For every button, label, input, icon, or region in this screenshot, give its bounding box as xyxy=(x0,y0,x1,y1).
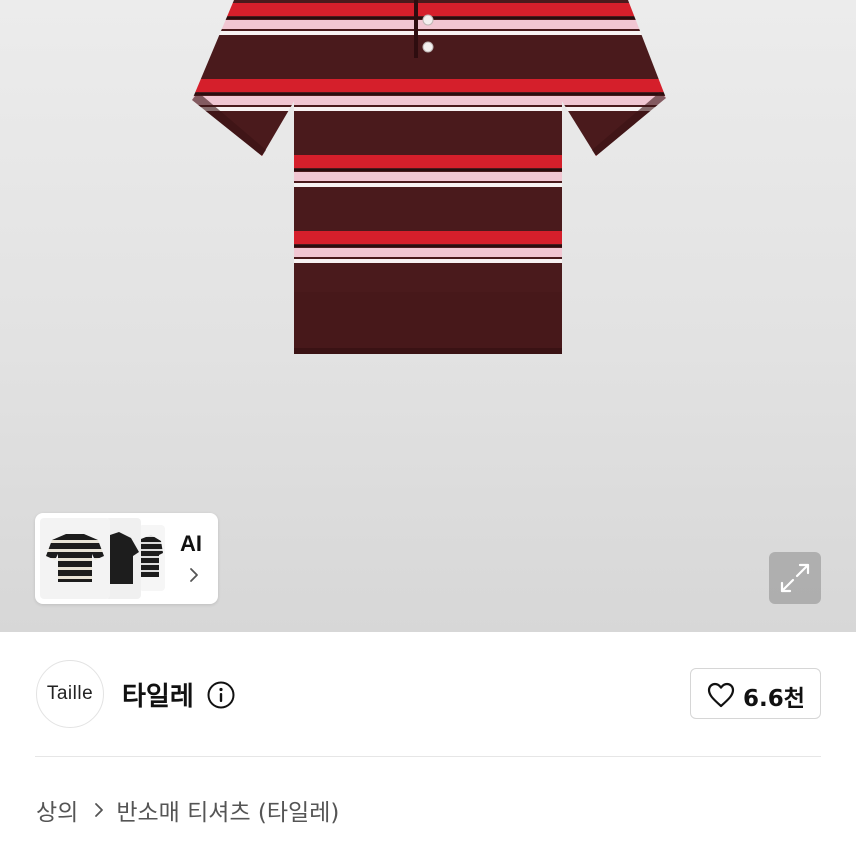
like-button[interactable]: 6.6천 xyxy=(690,668,821,719)
breadcrumb-subcategory[interactable]: 반소매 티셔츠 (타일레) xyxy=(116,793,339,827)
shop-avatar-text: Taille xyxy=(46,683,94,704)
ai-thumbnail-2 xyxy=(105,518,141,599)
shop-name[interactable]: 타일레 xyxy=(122,676,194,713)
product-image-area[interactable]: AI xyxy=(0,0,856,632)
ai-thumbnail-3 xyxy=(139,525,165,591)
chevron-right-icon xyxy=(190,568,198,582)
breadcrumb-category[interactable]: 상의 xyxy=(36,793,78,827)
striped-shirt-thumb-icon xyxy=(46,534,104,582)
expand-image-button[interactable] xyxy=(769,552,821,604)
striped-shirt-thumb-icon xyxy=(141,535,163,577)
like-count: 6.6천 xyxy=(743,686,805,712)
breadcrumb: 상의 반소매 티셔츠 (타일레) xyxy=(36,794,339,826)
divider xyxy=(35,756,821,757)
ai-recommendation-card[interactable]: AI xyxy=(35,513,218,604)
info-icon[interactable] xyxy=(206,680,236,710)
expand-arrows-icon xyxy=(780,563,810,593)
shop-avatar[interactable]: Taille xyxy=(36,660,104,728)
black-shirt-thumb-icon xyxy=(107,532,139,584)
ai-label: AI xyxy=(180,531,202,556)
heart-outline-icon xyxy=(707,682,735,708)
chevron-right-icon xyxy=(95,803,104,817)
ai-thumbnail-1 xyxy=(40,518,110,599)
